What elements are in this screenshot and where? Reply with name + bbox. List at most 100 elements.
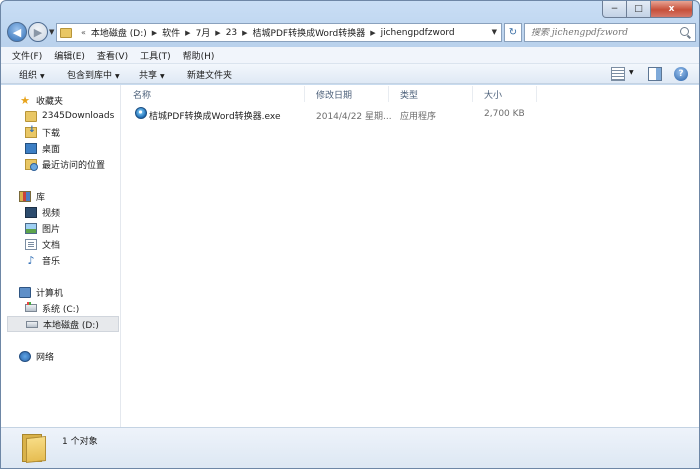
include-in-library-button[interactable]: 包含到库中 ▼ [67,68,120,81]
nav-label: 音乐 [42,256,61,267]
preview-pane-icon[interactable] [648,67,662,81]
refresh-icon: ↻ [508,27,518,38]
breadcrumb-chevron-icon[interactable]: ▶ [215,29,220,37]
nav-label: 库 [36,192,46,203]
recent-pages-dropdown-icon[interactable]: ▼ [49,28,54,36]
item-count: 1 个对象 [62,437,98,447]
nav-label: 2345Downloads [42,111,115,121]
folder-icon [22,432,46,464]
nav-item-drive-d[interactable]: 本地磁盘 (D:) [7,316,119,332]
menu-bar: 文件(F) 编辑(E) 查看(V) 工具(T) 帮助(H) [1,47,699,64]
back-arrow-icon: ◀ [12,25,22,39]
breadcrumb-chevron-icon[interactable]: ▶ [242,29,247,37]
breadcrumb-item[interactable]: jichengpdfzword [381,28,455,38]
search-input[interactable] [531,27,671,38]
navigation-pane: ★ 收藏夹 2345Downloads 下载 桌面 最近访问的位置 库 [1,85,121,427]
picture-library-icon [25,222,37,234]
chevron-down-icon: ▼ [115,73,120,80]
menu-tools[interactable]: 工具(T) [140,49,171,62]
file-row[interactable]: 桔城PDF转换成Word转换器.exe 2014/4/22 星期... 应用程序… [133,106,673,124]
address-dropdown-icon[interactable]: ▼ [492,28,497,36]
menu-help[interactable]: 帮助(H) [183,49,215,62]
menu-edit[interactable]: 编辑(E) [54,49,85,62]
nav-computer[interactable]: 计算机 [19,284,63,300]
nav-item-drive-c[interactable]: 系统 (C:) [25,300,79,316]
breadcrumb-chevron-icon[interactable]: ▶ [185,29,190,37]
nav-network[interactable]: 网络 [19,348,54,364]
file-size: 2,700 KB [484,109,525,119]
forward-arrow-icon: ▶ [33,25,43,39]
breadcrumb-chevron-icon[interactable]: ▶ [370,29,375,37]
navigation-row: ◀ ▶ ▼ « 本地磁盘 (D:) ▶ 软件 ▶ 7月 ▶ 23 ▶ 桔城PDF… [1,21,699,45]
library-icon [19,190,31,202]
desktop-icon [25,142,37,154]
system-drive-icon [25,302,37,312]
column-header-type[interactable]: 类型 [389,86,473,102]
nav-label: 桌面 [42,144,61,155]
breadcrumb-item[interactable]: 桔城PDF转换成Word转换器 [253,26,366,39]
application-icon [135,107,147,119]
nav-item-documents[interactable]: 文档 [25,236,60,252]
organize-label: 组织 [19,71,38,81]
search-icon[interactable] [680,27,689,36]
share-label: 共享 [139,71,158,81]
nav-item-downloads[interactable]: 下载 [25,124,60,140]
breadcrumb-item[interactable]: 软件 [162,26,180,39]
nav-item-music[interactable]: ♪ 音乐 [25,252,60,268]
computer-icon [19,286,31,298]
nav-item-desktop[interactable]: 桌面 [25,140,60,156]
view-dropdown-icon[interactable]: ▼ [629,69,634,76]
include-in-library-label: 包含到库中 [67,71,113,81]
maximize-button[interactable]: □ [627,1,651,18]
nav-label: 文档 [42,240,61,251]
breadcrumb-item[interactable]: 23 [226,28,237,38]
nav-item-recent-places[interactable]: 最近访问的位置 [25,156,105,172]
main-content: ★ 收藏夹 2345Downloads 下载 桌面 最近访问的位置 库 [1,85,699,427]
column-header-modified[interactable]: 修改日期 [305,86,389,102]
nav-item-videos[interactable]: 视频 [25,204,60,220]
nav-label: 最近访问的位置 [42,160,106,171]
nav-label: 系统 (C:) [42,304,80,315]
column-header-size[interactable]: 大小 [473,86,537,102]
chevron-down-icon: ▼ [40,73,45,80]
minimize-button[interactable]: − [602,1,627,18]
address-bar[interactable]: « 本地磁盘 (D:) ▶ 软件 ▶ 7月 ▶ 23 ▶ 桔城PDF转换成Wor… [56,23,502,42]
breadcrumb-item[interactable]: 本地磁盘 (D:) [91,26,147,39]
nav-favorites[interactable]: ★ 收藏夹 [19,92,63,108]
folder-icon [60,27,72,38]
recent-places-icon [25,158,38,171]
new-folder-button[interactable]: 新建文件夹 [187,68,232,81]
menu-view[interactable]: 查看(V) [97,49,128,62]
nav-label: 计算机 [36,288,64,299]
drive-icon [26,320,38,328]
change-view-icon[interactable] [611,67,625,81]
column-header-name[interactable]: 名称 [122,86,305,102]
star-icon: ★ [20,93,30,107]
nav-item-pictures[interactable]: 图片 [25,220,60,236]
file-modified: 2014/4/22 星期... [316,112,392,122]
network-icon [19,350,31,362]
details-pane: 1 个对象 [1,427,699,468]
video-library-icon [25,206,37,218]
command-toolbar: 组织 ▼ 包含到库中 ▼ 共享 ▼ 新建文件夹 ▼ ? [1,64,699,84]
nav-libraries[interactable]: 库 [19,188,45,204]
file-list: 名称 修改日期 类型 大小 桔城PDF转换成Word转换器.exe 2014/4… [122,85,699,427]
search-box [524,23,696,42]
close-button[interactable]: x [651,1,693,18]
menu-file[interactable]: 文件(F) [12,49,42,62]
downloads-folder-icon [25,125,37,138]
refresh-button[interactable]: ↻ [504,23,522,42]
explorer-window: − □ x ◀ ▶ ▼ « 本地磁盘 (D:) ▶ 软件 ▶ 7月 ▶ 23 ▶… [0,0,700,469]
breadcrumb-overflow[interactable]: « [81,28,86,37]
nav-item-2345downloads[interactable]: 2345Downloads [25,108,114,124]
caption-buttons: − □ x [602,1,693,18]
help-icon[interactable]: ? [674,67,688,81]
breadcrumb-item[interactable]: 7月 [196,26,211,39]
breadcrumb-chevron-icon[interactable]: ▶ [152,29,157,37]
chevron-down-icon: ▼ [160,73,165,80]
nav-label: 视频 [42,208,61,219]
share-button[interactable]: 共享 ▼ [139,68,165,81]
back-button[interactable]: ◀ [7,22,27,42]
organize-button[interactable]: 组织 ▼ [19,68,45,81]
forward-button[interactable]: ▶ [28,22,48,42]
